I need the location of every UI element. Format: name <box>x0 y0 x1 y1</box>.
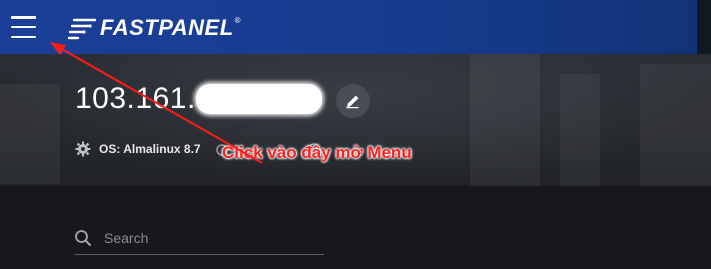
menu-button[interactable] <box>11 14 39 40</box>
background-shape <box>470 54 540 186</box>
pencil-icon <box>346 95 359 109</box>
gear-icon <box>75 141 91 157</box>
background-shape <box>0 84 60 184</box>
registered-mark: ® <box>234 16 241 25</box>
server-hero-banner <box>0 54 711 186</box>
background-shape <box>560 74 600 186</box>
window-edge <box>697 0 711 54</box>
search-input[interactable] <box>102 229 316 247</box>
top-navigation-bar: FASTPANEL ® <box>0 0 711 54</box>
annotation-callout: Click vào đây mở Menu <box>222 143 412 162</box>
brand-logo-link[interactable]: FASTPANEL ® <box>68 14 241 42</box>
background-shape <box>640 64 711 186</box>
brand-name: FASTPANEL <box>100 15 234 40</box>
redacted-ip-portion <box>196 84 322 114</box>
server-ip-address: 103.161. <box>75 82 196 115</box>
os-info: OS: Almalinux 8.7 <box>75 141 201 157</box>
edit-server-name-button[interactable] <box>336 84 370 118</box>
hamburger-line <box>11 25 36 29</box>
hamburger-menu-icon <box>11 16 36 19</box>
os-label: OS: Almalinux 8.7 <box>99 142 201 156</box>
fastpanel-logo-icon <box>68 18 97 40</box>
search-icon <box>75 230 91 246</box>
hamburger-line <box>11 35 36 38</box>
search-box[interactable] <box>74 222 324 255</box>
